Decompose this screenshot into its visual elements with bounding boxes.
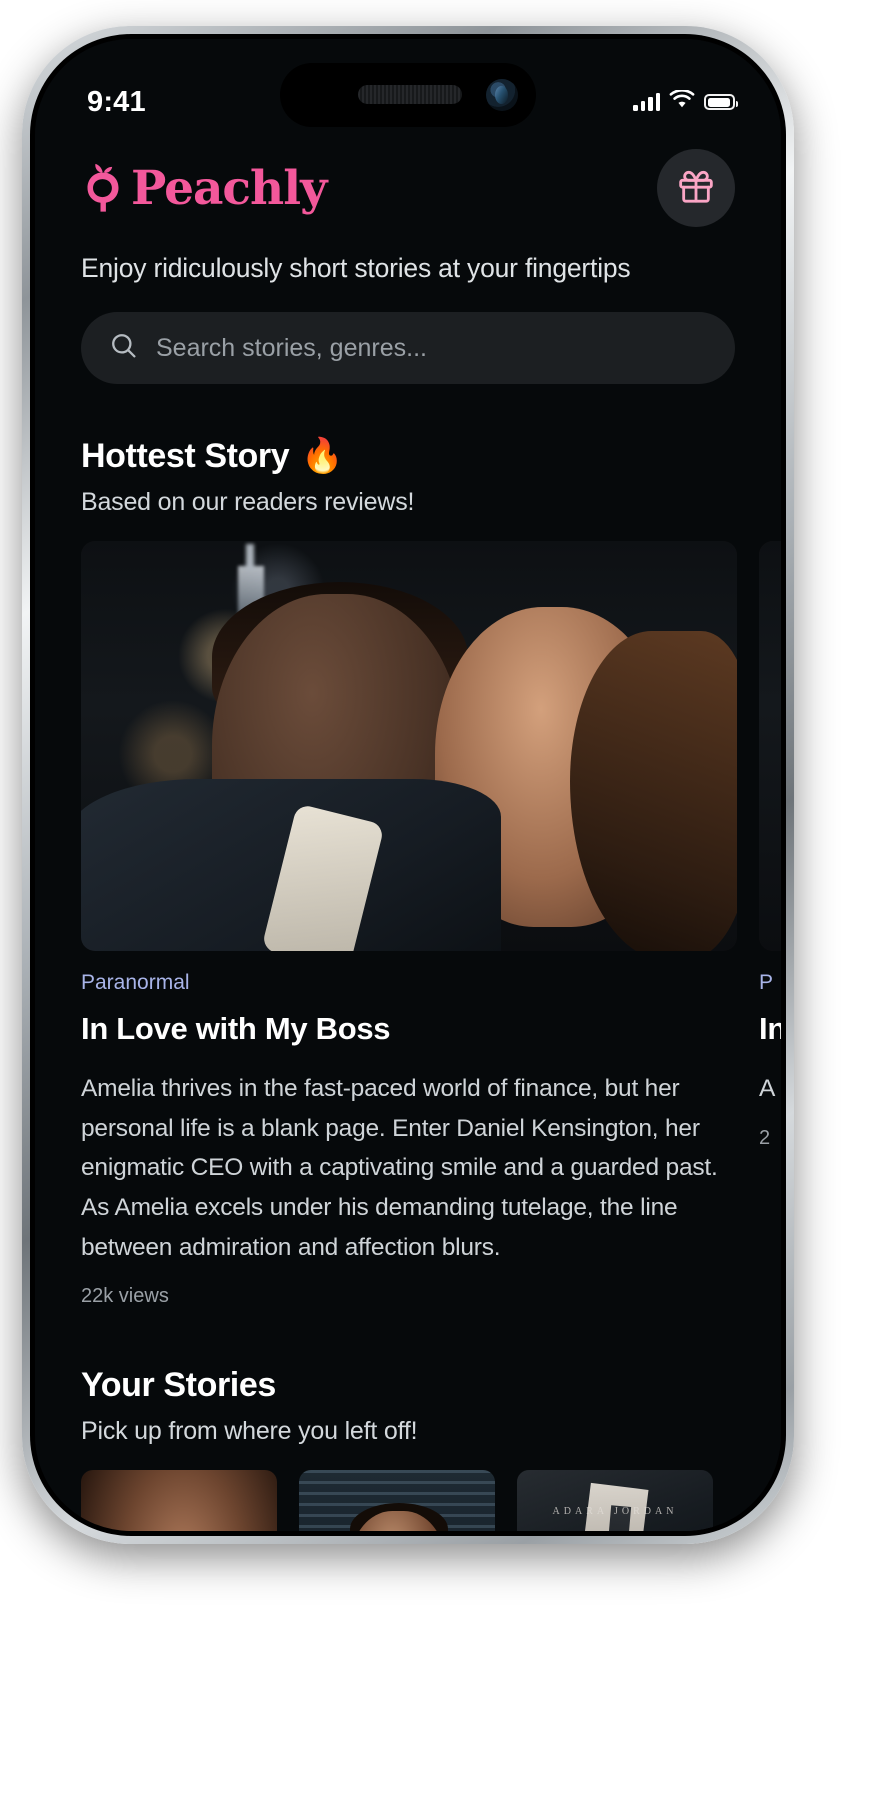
search-bar[interactable] <box>81 312 735 384</box>
phone-frame: 9:41 Peachly Enjoy ridiculously short st… <box>22 26 794 1544</box>
status-time: 9:41 <box>87 85 146 118</box>
story-card[interactable]: Paranormal Vengeance <box>299 1470 495 1531</box>
story-title: In <box>759 1011 781 1046</box>
wifi-icon <box>669 88 695 114</box>
app-logo-text: Peachly <box>131 160 327 216</box>
front-camera-icon <box>486 79 518 111</box>
search-icon <box>109 331 138 365</box>
your-stories-section: Your Stories Pick up from where you left… <box>35 1366 781 1531</box>
phone-screen: 9:41 Peachly Enjoy ridiculously short st… <box>35 39 781 1531</box>
cover-author-text: ADARA JORDAN <box>552 1505 678 1517</box>
hottest-story-heading: Hottest Story 🔥 <box>81 436 735 476</box>
story-description: Amelia thrives in the fast-paced world o… <box>81 1075 718 1261</box>
dynamic-island <box>280 63 536 127</box>
story-views: 2 <box>759 1126 771 1149</box>
story-cover-image <box>299 1470 495 1531</box>
app-tagline: Enjoy ridiculously short stories at your… <box>81 253 631 283</box>
hottest-story-title: Hottest Story <box>81 436 290 475</box>
story-title: In Love with My Boss <box>81 1011 391 1046</box>
story-card[interactable]: ADARA JORDAN DARKAURORA Paranormal Dark … <box>517 1470 713 1531</box>
app-header: Peachly <box>35 149 781 227</box>
gift-icon <box>676 166 716 211</box>
search-bar-wrap <box>35 312 781 384</box>
peach-logo-icon <box>81 163 127 213</box>
hottest-story-section: Hottest Story 🔥 Based on our readers rev… <box>35 436 781 1308</box>
story-genre: P <box>759 971 774 994</box>
phone-bezel: 9:41 Peachly Enjoy ridiculously short st… <box>30 34 786 1536</box>
story-card[interactable]: Paranormal In Love with My Boss Amelia t… <box>81 541 737 1308</box>
story-card[interactable]: MISDEEDS Paranormal The Love I Have n yo… <box>81 1470 277 1531</box>
hottest-story-carousel[interactable]: Paranormal In Love with My Boss Amelia t… <box>35 541 781 1308</box>
gift-button[interactable] <box>657 149 735 227</box>
your-stories-subtitle: Pick up from where you left off! <box>81 1417 418 1446</box>
search-input[interactable] <box>156 333 707 363</box>
battery-icon <box>704 94 738 110</box>
app-logo[interactable]: Peachly <box>81 160 327 216</box>
hottest-story-subtitle: Based on our readers reviews! <box>81 488 415 516</box>
status-indicators <box>633 88 738 114</box>
fire-icon: 🔥 <box>301 437 344 475</box>
your-stories-title: Your Stories <box>81 1366 276 1405</box>
speaker-grille-icon <box>358 85 462 104</box>
story-views: 22k views <box>81 1285 169 1308</box>
story-description: A li a c b <box>759 1075 781 1102</box>
story-card-next[interactable]: P In A li a c b 2 <box>759 541 781 1308</box>
story-cover-image <box>759 541 781 951</box>
story-cover-image <box>81 541 737 951</box>
app-content: Peachly Enjoy ridiculously short stories… <box>35 39 781 1531</box>
story-cover-image: ADARA JORDAN DARKAURORA <box>517 1470 713 1531</box>
story-cover-image: MISDEEDS <box>81 1470 277 1531</box>
your-stories-list[interactable]: MISDEEDS Paranormal The Love I Have n yo… <box>35 1470 781 1531</box>
story-genre: Paranormal <box>81 971 190 994</box>
cellular-signal-icon <box>633 93 660 111</box>
